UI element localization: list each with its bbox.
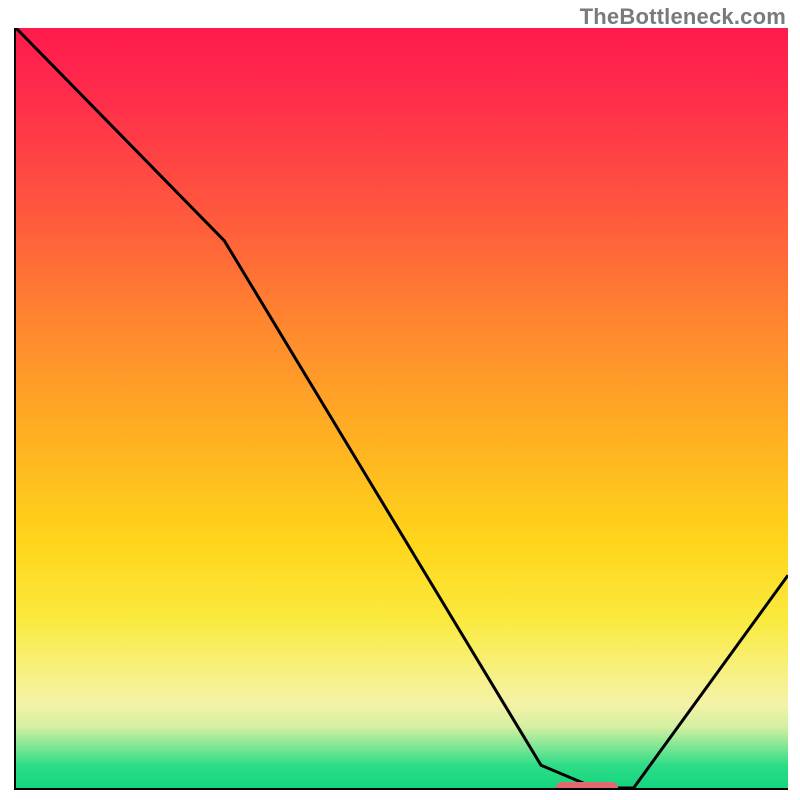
bottleneck-curve-path (16, 28, 788, 788)
watermark-text: TheBottleneck.com (580, 4, 786, 30)
plot-area (14, 28, 788, 790)
optimal-range-marker (556, 782, 618, 790)
curve-svg (16, 28, 788, 788)
